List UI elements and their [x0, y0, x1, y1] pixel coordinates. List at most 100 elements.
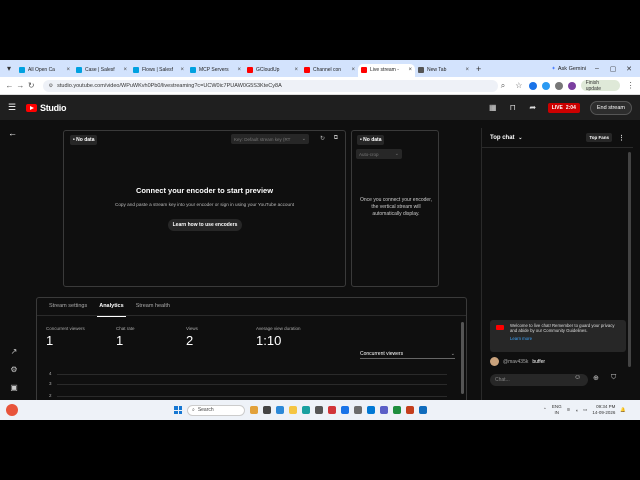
wifi-icon[interactable]: ≋ [567, 407, 571, 413]
bookmark-star-icon[interactable]: ☆ [513, 81, 524, 90]
close-tab-icon[interactable]: × [66, 67, 70, 73]
maximize-icon[interactable]: ▢ [608, 65, 618, 73]
stream-key-select[interactable]: Key: Default stream key (RT ⌄ [231, 134, 309, 144]
extension-icon[interactable] [529, 81, 538, 90]
menu-icon[interactable]: ☰ [8, 102, 20, 113]
emoji-icon[interactable]: ☺ [574, 374, 581, 381]
super-chat-icon[interactable]: ⊕ [593, 374, 599, 382]
salesforce-icon [190, 67, 196, 73]
top-fans-button[interactable]: Top Fans [586, 133, 612, 142]
close-tab-icon[interactable]: × [408, 67, 412, 73]
metric-select[interactable]: Concurrent viewers ⌄ [360, 349, 455, 359]
taskbar-apps: ⌕ Search [174, 404, 427, 416]
file-explorer-icon[interactable] [289, 406, 297, 414]
tray-chevron-icon[interactable]: ⌃ [543, 407, 547, 413]
browser-tab[interactable]: Case | Salesf × [73, 64, 130, 77]
ask-gemini-button[interactable]: ✦ Ask Gemini [551, 66, 586, 72]
browser-tab[interactable]: All Open Ca × [16, 64, 73, 77]
tab-search-icon[interactable]: ▾ [4, 64, 14, 74]
app-icon[interactable] [250, 406, 258, 414]
close-tab-icon[interactable]: × [123, 67, 127, 73]
url-text: studio.youtube.com/video/WPuWKvh0Pb0/liv… [57, 82, 282, 89]
back-icon[interactable]: ← [4, 81, 15, 90]
gemini-icon: ✦ [551, 65, 556, 72]
browser-tab[interactable]: MCP Servers × [187, 64, 244, 77]
minimize-icon[interactable]: – [592, 65, 602, 72]
browser-menu-icon[interactable]: ⋮ [625, 81, 636, 90]
windows-start-icon[interactable] [174, 406, 182, 414]
close-tab-icon[interactable]: × [351, 67, 355, 73]
browser-tab[interactable]: Flows | Salesf × [130, 64, 187, 77]
avatar[interactable] [490, 357, 499, 366]
tab-stream-settings[interactable]: Stream settings [43, 298, 93, 316]
y-tick: 4 [49, 371, 52, 376]
url-input[interactable]: ⚙ studio.youtube.com/video/WPuWKvh0Pb0/l… [42, 79, 498, 92]
app-icon[interactable] [328, 406, 336, 414]
autocrop-select[interactable]: Auto-crop ⌄ [356, 149, 402, 159]
bookmark-icon[interactable]: ⊓ [508, 103, 518, 112]
clock[interactable]: 09:34 PM 14-09-2026 [592, 404, 615, 416]
weather-icon[interactable] [6, 404, 18, 416]
feedback-icon[interactable]: ▣ [9, 383, 19, 392]
top-chat-select[interactable]: Top chat ⌄ [490, 135, 522, 141]
settings-icon[interactable]: ⚙ [9, 365, 19, 374]
close-tab-icon[interactable]: × [465, 67, 469, 73]
app-icon[interactable] [276, 406, 284, 414]
clapperboard-icon[interactable]: ▦ [488, 103, 498, 112]
close-tab-icon[interactable]: × [180, 67, 184, 73]
zoom-icon[interactable]: ⌕ [498, 81, 509, 91]
moderation-shield-icon[interactable]: ⛉ [611, 374, 616, 382]
tab-stream-health[interactable]: Stream health [130, 298, 176, 316]
close-tab-icon[interactable]: × [237, 67, 241, 73]
notification-icon[interactable]: 🔔 [620, 407, 626, 413]
app-icon[interactable] [406, 406, 414, 414]
chevron-down-icon: ⌄ [394, 151, 399, 157]
finish-update-button[interactable]: Finish update [580, 80, 621, 92]
profile-avatar[interactable] [567, 81, 576, 90]
tab-analytics[interactable]: Analytics [93, 298, 129, 317]
chrome-icon[interactable] [341, 406, 349, 414]
live-time: 2:04 [565, 104, 576, 111]
end-stream-button[interactable]: End stream [589, 100, 632, 115]
browser-tab[interactable]: Live stream - × [358, 63, 415, 77]
app-icon[interactable] [354, 406, 362, 414]
reload-icon[interactable]: ↻ [26, 81, 37, 90]
site-info-icon[interactable]: ⚙ [49, 83, 53, 89]
ask-gemini-label: Ask Gemini [557, 65, 586, 72]
new-tab-button[interactable]: + [476, 64, 481, 74]
app-icon[interactable] [315, 406, 323, 414]
close-tab-icon[interactable]: × [294, 67, 298, 73]
forward-icon[interactable]: → [15, 81, 26, 90]
learn-encoders-button[interactable]: Learn how to use encoders [168, 219, 242, 231]
extension-icon[interactable] [542, 81, 550, 90]
scrollbar[interactable] [461, 322, 464, 394]
app-icon[interactable] [263, 406, 271, 414]
app-icon[interactable] [393, 406, 401, 414]
browser-tab[interactable]: New Tab × [415, 64, 472, 77]
message-author[interactable]: @mav435k [503, 359, 528, 365]
studio-logo[interactable]: Studio [26, 103, 67, 113]
external-link-icon[interactable]: ↗ [9, 347, 19, 356]
gridline [57, 374, 447, 375]
back-arrow-icon[interactable]: ← [8, 128, 17, 138]
chat-scrollbar[interactable] [628, 152, 631, 367]
browser-tab[interactable]: Channel con × [301, 64, 358, 77]
app-icon[interactable] [380, 406, 388, 414]
copy-icon[interactable]: ⧉ [334, 135, 338, 142]
learn-more-link[interactable]: Learn more [510, 336, 622, 341]
more-options-icon[interactable]: ⋮ [618, 134, 625, 142]
close-window-icon[interactable]: ✕ [624, 65, 634, 73]
app-icon[interactable] [302, 406, 310, 414]
taskbar-search[interactable]: ⌕ Search [187, 404, 245, 416]
language-indicator[interactable]: ENG IN [552, 404, 562, 416]
share-icon[interactable]: ➦ [528, 103, 538, 112]
refresh-icon[interactable]: ↻ [320, 135, 325, 142]
battery-icon[interactable]: ▭ [583, 407, 587, 413]
metric-chat-rate: Chat rate 1 [116, 326, 135, 348]
extensions-puzzle-icon[interactable] [554, 81, 563, 90]
browser-tab-label: New Tab [427, 67, 447, 73]
outlook-icon[interactable] [419, 406, 427, 414]
browser-tab[interactable]: GCloudUp × [244, 64, 301, 77]
app-icon[interactable] [367, 406, 375, 414]
volume-icon[interactable]: ◖ [575, 408, 578, 413]
